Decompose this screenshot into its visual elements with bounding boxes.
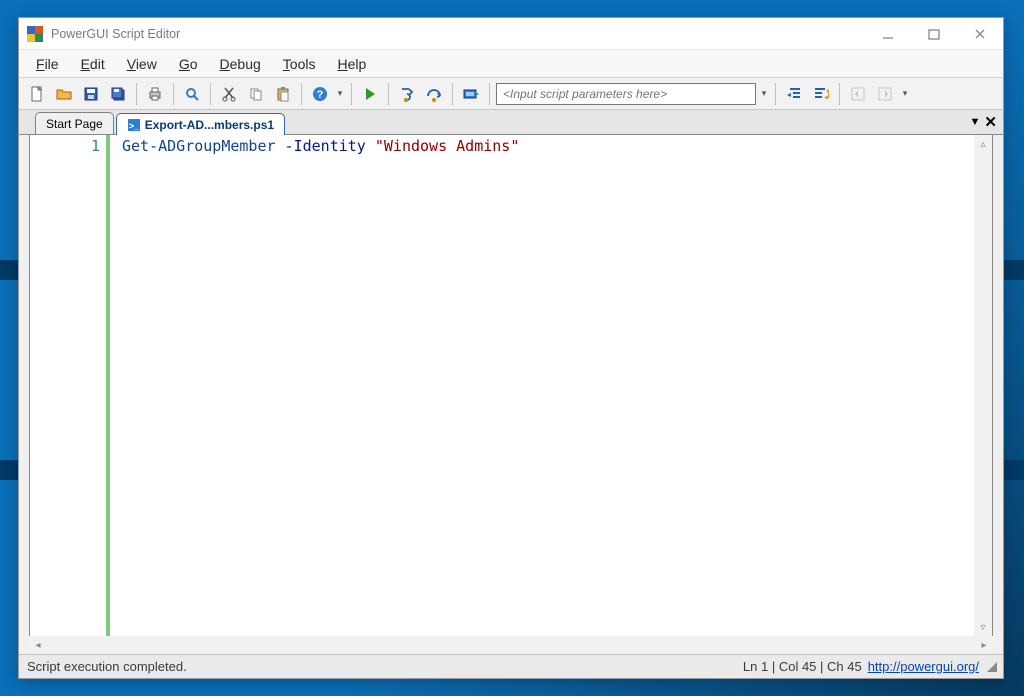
remote-icon[interactable] bbox=[459, 82, 483, 106]
step-into-icon[interactable] bbox=[395, 82, 419, 106]
bookmark-prev-icon[interactable] bbox=[846, 82, 870, 106]
tab-label: Start Page bbox=[46, 117, 103, 131]
svg-text:>_: >_ bbox=[129, 121, 140, 131]
save-all-icon[interactable] bbox=[106, 82, 130, 106]
toolbar: ? ▾ ▾ ▾ bbox=[19, 78, 1003, 110]
titlebar[interactable]: PowerGUI Script Editor bbox=[19, 18, 1003, 50]
app-window: PowerGUI Script Editor File Edit View Go… bbox=[18, 17, 1004, 679]
scroll-up-icon[interactable]: ▵ bbox=[974, 135, 992, 153]
app-icon bbox=[27, 26, 43, 42]
new-file-icon[interactable] bbox=[25, 82, 49, 106]
tab-start-page[interactable]: Start Page bbox=[35, 112, 114, 134]
cursor-position: Ln 1 | Col 45 | Ch 45 bbox=[743, 659, 868, 674]
line-number: 1 bbox=[30, 137, 100, 155]
cut-icon[interactable] bbox=[217, 82, 241, 106]
toolbar-overflow1[interactable]: ▾ bbox=[335, 88, 345, 99]
scroll-right-icon[interactable]: ▸ bbox=[975, 640, 993, 651]
step-over-icon[interactable] bbox=[422, 82, 446, 106]
search-icon[interactable] bbox=[180, 82, 204, 106]
powergui-link[interactable]: http://powergui.org/ bbox=[868, 659, 985, 674]
menu-help[interactable]: Help bbox=[328, 53, 375, 75]
script-params-input[interactable] bbox=[496, 83, 756, 105]
token-string: "Windows Admins" bbox=[375, 137, 520, 155]
menu-debug[interactable]: Debug bbox=[211, 53, 270, 75]
menu-edit[interactable]: Edit bbox=[72, 53, 114, 75]
menu-view[interactable]: View bbox=[118, 53, 166, 75]
tab-close-button[interactable]: ✕ bbox=[984, 113, 997, 131]
tabbar: Start Page >_ Export-AD...mbers.ps1 ▼ ✕ bbox=[19, 110, 1003, 135]
open-file-icon[interactable] bbox=[52, 82, 76, 106]
close-button[interactable] bbox=[957, 18, 1003, 50]
scroll-left-icon[interactable]: ◂ bbox=[29, 640, 47, 651]
minimize-button[interactable] bbox=[865, 18, 911, 50]
code-editor[interactable]: 1 Get-ADGroupMember -Identity "Windows A… bbox=[29, 135, 993, 636]
menu-tools[interactable]: Tools bbox=[274, 53, 325, 75]
menu-file[interactable]: File bbox=[27, 53, 68, 75]
print-icon[interactable] bbox=[143, 82, 167, 106]
menubar: File Edit View Go Debug Tools Help bbox=[19, 50, 1003, 78]
ps1-file-icon: >_ bbox=[127, 118, 141, 132]
svg-text:?: ? bbox=[317, 89, 324, 101]
statusbar: Script execution completed. Ln 1 | Col 4… bbox=[19, 654, 1003, 678]
token-cmdlet: Get-ADGroupMember bbox=[122, 137, 276, 155]
scroll-down-icon[interactable]: ▿ bbox=[974, 618, 992, 636]
tab-label: Export-AD...mbers.ps1 bbox=[145, 118, 274, 132]
window-title: PowerGUI Script Editor bbox=[51, 27, 180, 41]
status-message: Script execution completed. bbox=[23, 659, 187, 674]
maximize-button[interactable] bbox=[911, 18, 957, 50]
save-icon[interactable] bbox=[79, 82, 103, 106]
help-icon[interactable]: ? bbox=[308, 82, 332, 106]
bookmark-next-icon[interactable] bbox=[873, 82, 897, 106]
copy-icon[interactable] bbox=[244, 82, 268, 106]
paste-icon[interactable] bbox=[271, 82, 295, 106]
token-param: -Identity bbox=[276, 137, 375, 155]
resize-grip-icon[interactable] bbox=[985, 660, 999, 674]
indent-icon[interactable] bbox=[809, 82, 833, 106]
horizontal-scrollbar[interactable]: ◂ ▸ bbox=[29, 636, 993, 654]
outdent-icon[interactable] bbox=[782, 82, 806, 106]
tab-menu-dropdown[interactable]: ▼ bbox=[970, 116, 981, 128]
toolbar-overflow2[interactable]: ▾ bbox=[759, 88, 769, 99]
vertical-scrollbar[interactable]: ▵ ▿ bbox=[974, 135, 992, 636]
line-number-gutter: 1 bbox=[30, 135, 110, 636]
code-content[interactable]: Get-ADGroupMember -Identity "Windows Adm… bbox=[110, 135, 992, 636]
toolbar-overflow3[interactable]: ▾ bbox=[900, 88, 910, 99]
run-icon[interactable] bbox=[358, 82, 382, 106]
tab-active-file[interactable]: >_ Export-AD...mbers.ps1 bbox=[116, 113, 285, 135]
menu-go[interactable]: Go bbox=[170, 53, 207, 75]
